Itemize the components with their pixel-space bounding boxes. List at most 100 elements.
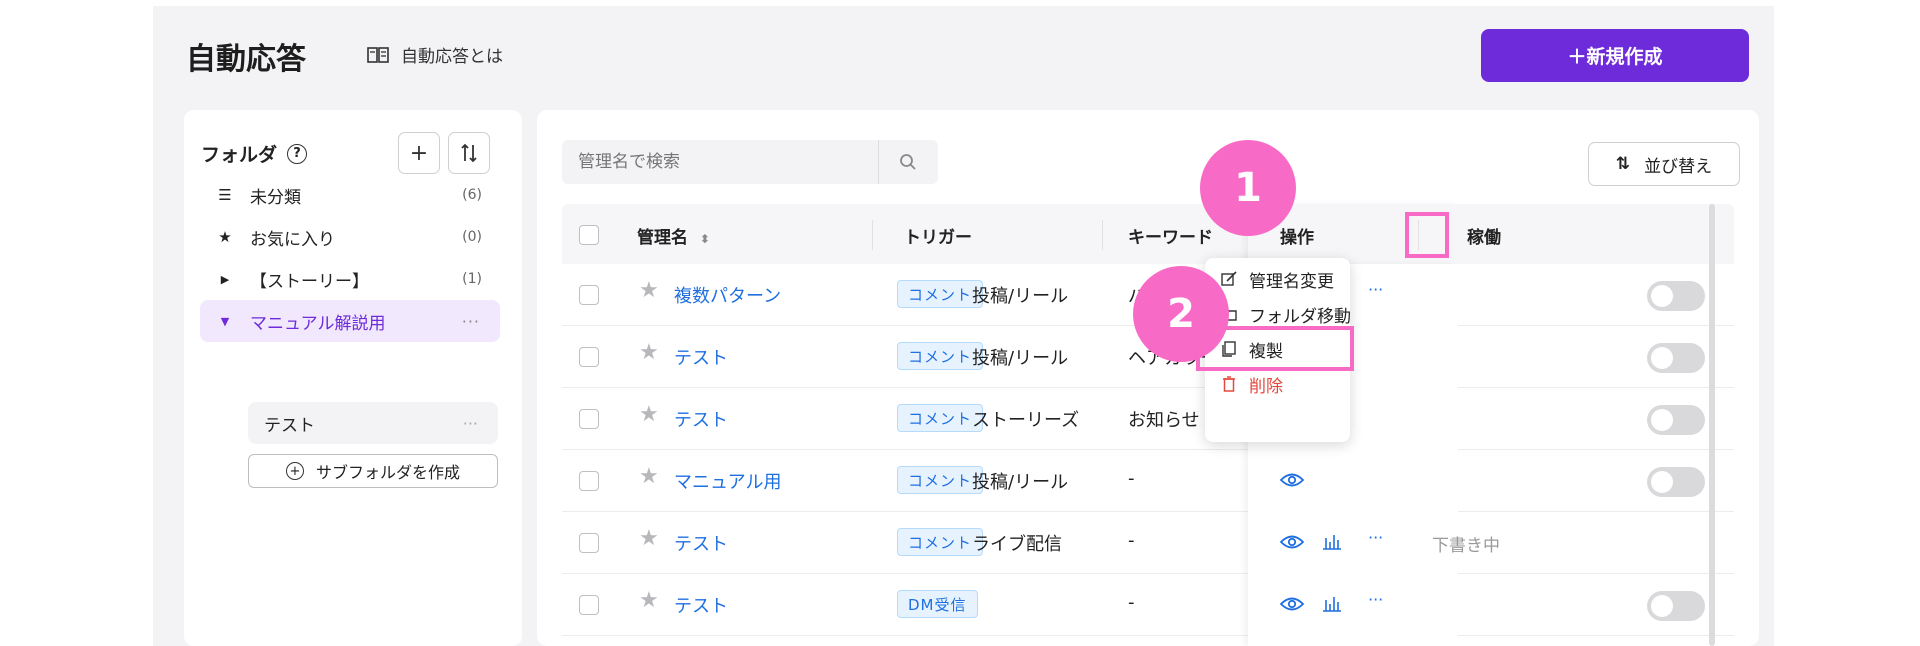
sort-folders-button[interactable]	[448, 132, 490, 174]
row-name-link[interactable]: テスト	[674, 530, 728, 556]
draft-status: 下書き中	[1432, 536, 1500, 556]
table-scrollbar[interactable]	[1709, 204, 1715, 646]
row-checkbox[interactable]	[579, 347, 599, 367]
table-row[interactable]: ★ マニュアル用 コメント 投稿/リール -	[562, 450, 1734, 512]
star-icon[interactable]: ★	[639, 278, 659, 303]
create-subfolder-button[interactable]: + サブフォルダを作成	[248, 454, 498, 488]
star-icon: ★	[218, 228, 232, 246]
trigger-text: 投稿/リール	[972, 472, 1069, 493]
status-toggle[interactable]	[1647, 467, 1705, 497]
plus-icon: +	[409, 140, 429, 166]
star-icon[interactable]: ★	[639, 464, 659, 489]
folder-heading-label: フォルダ	[201, 144, 278, 166]
sort-arrows-icon	[461, 143, 477, 163]
trigger-badge: DM受信	[897, 590, 978, 618]
list-icon: ☰	[218, 186, 232, 204]
row-checkbox[interactable]	[579, 533, 599, 553]
sort-button-label: 並び替え	[1644, 156, 1713, 177]
row-name-link[interactable]: マニュアル用	[674, 468, 781, 494]
folder-count: (1)	[462, 271, 482, 287]
row-context-menu: 管理名変更 フォルダ移動 複製 削除	[1205, 258, 1351, 442]
status-toggle[interactable]	[1647, 405, 1705, 435]
trigger-badge: コメント	[897, 528, 984, 556]
new-create-button[interactable]: ＋新規作成	[1481, 29, 1749, 82]
trigger-text: 投稿/リール	[972, 286, 1069, 307]
table-row[interactable]: ★ テスト DM受信 -	[562, 574, 1734, 636]
row-name-link[interactable]: テスト	[674, 592, 728, 618]
row-checkbox[interactable]	[579, 595, 599, 615]
menu-item-label: 削除	[1249, 376, 1283, 397]
subfolder-item-test[interactable]: テスト ···	[248, 402, 498, 444]
keyword-text: お知らせ	[1128, 410, 1200, 431]
help-link-label: 自動応答とは	[401, 47, 503, 67]
trigger-badge: コメント	[897, 404, 984, 432]
row-checkbox[interactable]	[579, 285, 599, 305]
more-icon[interactable]: ···	[1368, 590, 1383, 609]
sort-arrows-icon: ⇅	[1615, 154, 1631, 174]
search-box	[562, 140, 938, 184]
table-row[interactable]: ★ テスト コメント ストーリーズ お知らせ	[562, 388, 1734, 450]
sort-button[interactable]: ⇅ 並び替え	[1588, 142, 1740, 186]
bar-chart-icon[interactable]	[1322, 532, 1342, 550]
column-header-ops: 操作	[1280, 228, 1314, 248]
table-row[interactable]: ★ テスト コメント ライブ配信 -	[562, 512, 1734, 574]
column-divider	[872, 220, 873, 250]
more-icon[interactable]: ···	[462, 312, 480, 331]
column-header-name[interactable]: 管理名 ⬍	[637, 223, 710, 248]
menu-item-label: フォルダ移動	[1249, 306, 1351, 327]
eye-icon[interactable]	[1280, 596, 1304, 612]
folder-item-uncategorized[interactable]: ☰ 未分類 (6)	[200, 174, 500, 216]
status-toggle[interactable]	[1647, 281, 1705, 311]
table-header: 管理名 ⬍ トリガー キーワード	[562, 204, 1734, 264]
folder-item-favorites[interactable]: ★ お気に入り (0)	[200, 216, 500, 258]
bar-chart-icon[interactable]	[1322, 594, 1342, 612]
edit-icon	[1221, 271, 1237, 286]
trigger-text: ストーリーズ	[972, 410, 1080, 431]
folder-heading: フォルダ ?	[201, 140, 308, 167]
trigger-badge: コメント	[897, 466, 984, 494]
caret-right-icon: ▶	[220, 272, 230, 286]
star-icon[interactable]: ★	[639, 340, 659, 365]
column-header-trigger: トリガー	[904, 228, 972, 248]
page-title: 自動応答	[186, 42, 306, 77]
row-name-link[interactable]: 複数パターン	[674, 282, 781, 308]
keyword-text: -	[1128, 592, 1135, 613]
menu-item-delete[interactable]: 削除	[1205, 363, 1385, 405]
help-link[interactable]: 自動応答とは	[367, 42, 503, 67]
status-toggle[interactable]	[1647, 591, 1705, 621]
star-icon[interactable]: ★	[639, 588, 659, 613]
add-folder-button[interactable]: +	[398, 132, 440, 174]
star-icon[interactable]: ★	[639, 526, 659, 551]
search-icon[interactable]	[879, 153, 937, 171]
help-circle-icon[interactable]: ?	[287, 143, 308, 164]
eye-icon[interactable]	[1280, 534, 1304, 550]
more-icon[interactable]: ···	[463, 414, 478, 433]
folder-panel: フォルダ ? + ☰ 未分類 (6) ★ お気に入り (0) ▶ 【ストーリー】…	[184, 110, 522, 646]
row-name-link[interactable]: テスト	[674, 344, 728, 370]
status-toggle[interactable]	[1647, 343, 1705, 373]
trash-icon	[1223, 376, 1235, 392]
app-window: 自動応答 自動応答とは ＋新規作成 フォルダ ? + ☰ 未分類 (6) ★ お…	[153, 6, 1774, 646]
eye-icon[interactable]	[1280, 472, 1304, 488]
folder-label: 未分類	[250, 187, 301, 208]
row-checkbox[interactable]	[579, 409, 599, 429]
star-icon[interactable]: ★	[639, 402, 659, 427]
select-all-checkbox[interactable]	[579, 225, 599, 245]
row-name-link[interactable]: テスト	[674, 406, 728, 432]
folder-label: 【ストーリー】	[250, 271, 369, 292]
folder-item-story[interactable]: ▶ 【ストーリー】 (1)	[200, 258, 500, 300]
column-divider	[1102, 220, 1103, 250]
sort-icon[interactable]: ⬍	[700, 232, 710, 246]
column-header-keyword: キーワード	[1128, 228, 1213, 248]
column-divider	[1418, 220, 1419, 250]
row-checkbox[interactable]	[579, 471, 599, 491]
caret-down-icon: ▼	[220, 314, 230, 328]
trigger-text: ライブ配信	[972, 534, 1062, 555]
column-header-name-label: 管理名	[637, 228, 688, 248]
folder-label: お気に入り	[250, 229, 335, 250]
folder-item-manual[interactable]: ▼ マニュアル解説用 ···	[200, 300, 500, 342]
search-input[interactable]	[562, 140, 878, 184]
step-callout-1: 1	[1200, 140, 1296, 236]
folder-count: (6)	[462, 187, 482, 203]
more-icon[interactable]: ···	[1368, 528, 1383, 547]
